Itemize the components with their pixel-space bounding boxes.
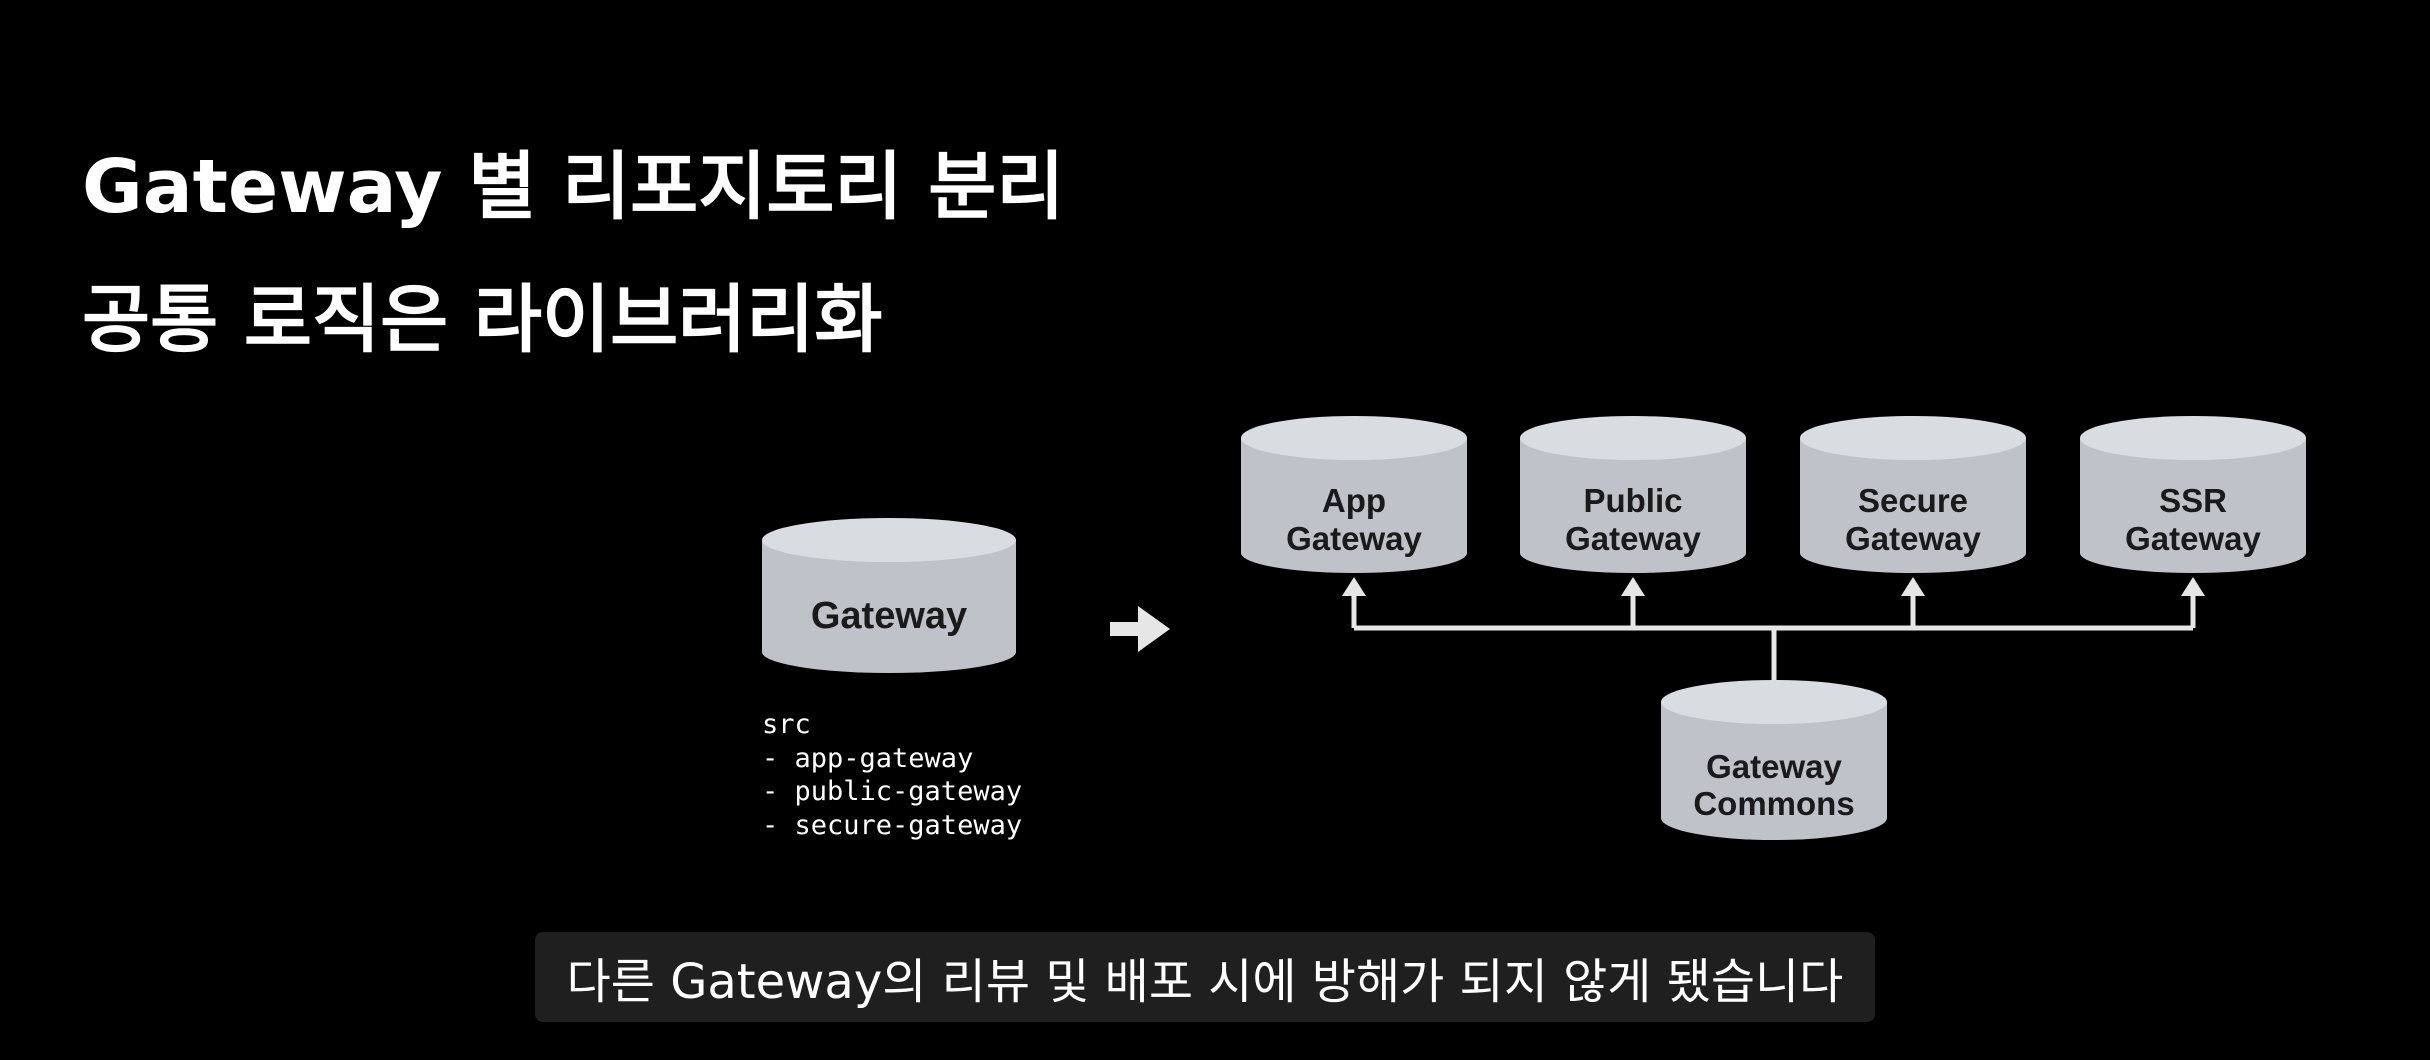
gateway-commons-label-line1: Gateway <box>1706 748 1842 785</box>
up-arrow-icon <box>1901 577 1925 596</box>
secure-gateway-label-line1: Secure <box>1858 482 1968 519</box>
dependency-connectors <box>1351 592 2196 682</box>
secure-gateway-label-line2: Gateway <box>1845 520 1981 557</box>
src-listing: src - app-gateway - public-gateway - sec… <box>762 709 1022 841</box>
subtitle-caption-box: 다른 Gateway의 리뷰 및 배포 시에 방해가 되지 않게 됐습니다 <box>535 932 1875 1022</box>
public-gateway-cylinder: Public Gateway <box>1520 416 1746 573</box>
src-line: - app-gateway <box>762 743 973 774</box>
app-gateway-label-line2: Gateway <box>1286 520 1422 557</box>
ssr-gateway-cylinder: SSR Gateway <box>2080 416 2306 573</box>
right-arrow-icon <box>1110 606 1170 652</box>
gateway-commons-cylinder: Gateway Commons <box>1661 680 1887 840</box>
src-line: - public-gateway <box>762 776 1022 807</box>
up-arrow-icon <box>1342 577 1366 596</box>
src-line: - secure-gateway <box>762 810 1022 841</box>
monolith-gateway-cylinder: Gateway <box>762 518 1016 673</box>
secure-gateway-cylinder: Secure Gateway <box>1800 416 2026 573</box>
monolith-gateway-label: Gateway <box>811 595 967 637</box>
app-gateway-label-line1: App <box>1322 482 1386 519</box>
up-arrow-icon <box>1621 577 1645 596</box>
gateway-commons-label-line2: Commons <box>1693 785 1854 822</box>
public-gateway-label-line2: Gateway <box>1565 520 1701 557</box>
up-arrow-icon <box>2181 577 2205 596</box>
subtitle-caption: 다른 Gateway의 리뷰 및 배포 시에 방해가 되지 않게 됐습니다 <box>566 954 1844 1010</box>
ssr-gateway-label-line1: SSR <box>2159 482 2227 519</box>
ssr-gateway-label-line2: Gateway <box>2125 520 2261 557</box>
up-arrowheads <box>1342 577 2205 596</box>
app-gateway-cylinder: App Gateway <box>1241 416 1467 573</box>
architecture-diagram: Gateway src - app-gateway - public-gatew… <box>762 416 2306 841</box>
public-gateway-label-line1: Public <box>1583 482 1682 519</box>
src-line: src <box>762 709 811 740</box>
